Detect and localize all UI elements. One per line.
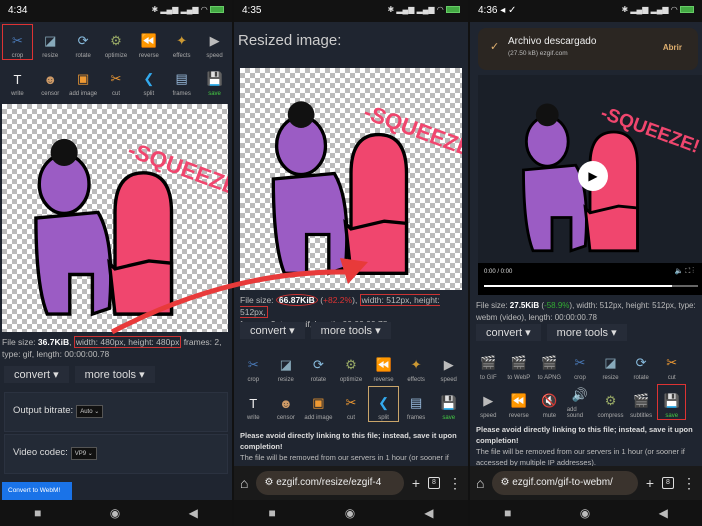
annotation-arrow	[110, 258, 368, 335]
